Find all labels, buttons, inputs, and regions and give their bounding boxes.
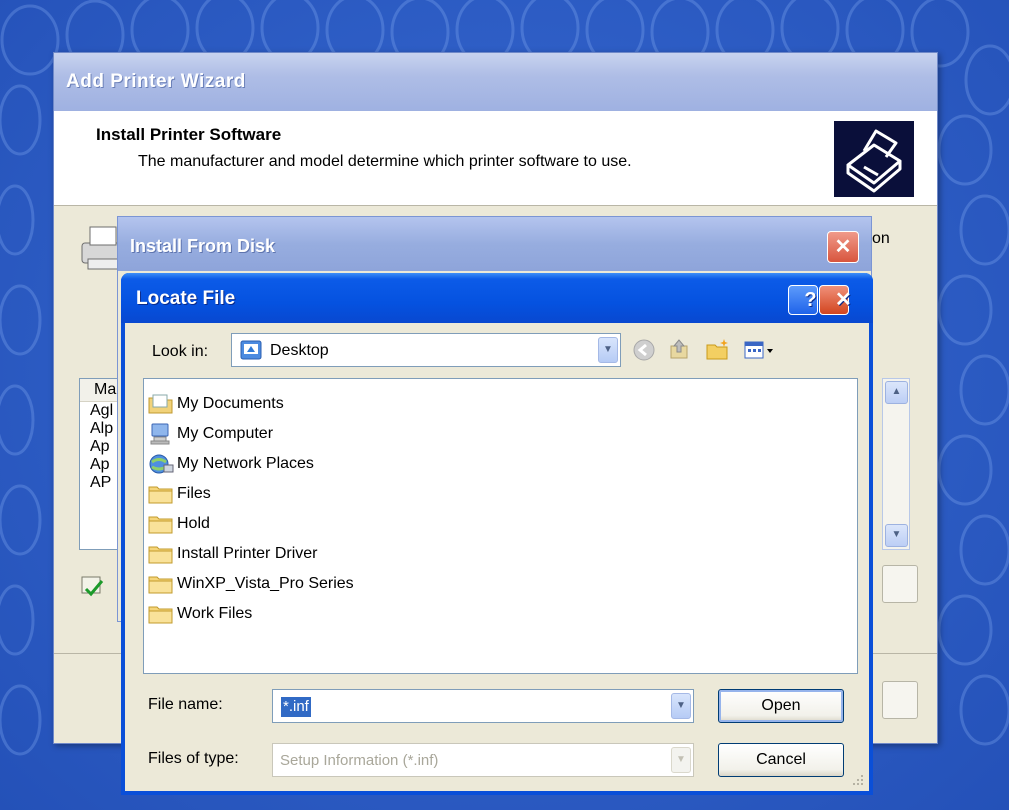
wizard-instruction-fragment: on bbox=[872, 230, 890, 247]
folder-icon bbox=[148, 606, 173, 624]
look-in-dropdown[interactable]: Desktop ▼ bbox=[231, 333, 621, 367]
file-name-label: File name: bbox=[148, 696, 223, 713]
file-name-value: *.inf bbox=[281, 697, 311, 717]
files-of-type-dropdown: Setup Information (*.inf) ▼ bbox=[272, 743, 694, 777]
back-icon[interactable] bbox=[631, 337, 657, 363]
folder-icon bbox=[148, 546, 173, 564]
help-icon[interactable]: ? bbox=[788, 285, 818, 315]
files-of-type-label: Files of type: bbox=[148, 750, 239, 767]
desktop-icon bbox=[240, 340, 262, 360]
chevron-down-icon[interactable]: ▼ bbox=[598, 337, 618, 363]
locate-file-title: Locate File bbox=[136, 288, 236, 309]
digitally-signed-icon bbox=[80, 575, 106, 599]
my-computer-icon bbox=[150, 423, 170, 445]
close-icon[interactable]: ✕ bbox=[827, 231, 859, 263]
wizard-title: Add Printer Wizard bbox=[66, 71, 246, 92]
up-folder-icon[interactable] bbox=[667, 337, 693, 363]
printer-wizard-logo-icon bbox=[834, 121, 914, 197]
open-button[interactable]: Open bbox=[718, 689, 844, 723]
view-menu-icon[interactable] bbox=[743, 337, 777, 363]
wizard-header: Install Printer Software The manufacture… bbox=[54, 111, 937, 206]
folder-icon bbox=[148, 576, 173, 594]
locate-file-title-bar[interactable]: Locate File ? ✕ bbox=[121, 273, 873, 323]
files-of-type-value: Setup Information (*.inf) bbox=[280, 752, 439, 769]
folder-icon bbox=[148, 486, 173, 504]
my-documents-icon bbox=[148, 394, 173, 414]
install-from-disk-title: Install From Disk bbox=[130, 236, 276, 256]
chevron-down-icon: ▼ bbox=[671, 747, 691, 773]
scroll-down-icon[interactable]: ▼ bbox=[885, 524, 908, 547]
locate-file-dialog: Locate File ? ✕ Look in: Desktop ▼ My Do… bbox=[121, 273, 873, 795]
resize-grip-icon[interactable] bbox=[851, 773, 865, 787]
cancel-button[interactable]: Cancel bbox=[718, 743, 844, 777]
look-in-value: Desktop bbox=[270, 342, 329, 359]
chevron-down-icon[interactable]: ▼ bbox=[671, 693, 691, 719]
install-from-disk-title-bar[interactable]: Install From Disk bbox=[118, 217, 871, 271]
windows-update-button[interactable] bbox=[882, 565, 918, 603]
printer-list-scrollbar[interactable]: ▲ ▼ bbox=[882, 378, 910, 550]
wizard-title-bar[interactable]: Add Printer Wizard bbox=[54, 53, 937, 111]
look-in-label: Look in: bbox=[152, 343, 209, 360]
wizard-subheading: The manufacturer and model determine whi… bbox=[138, 153, 632, 170]
file-name-input[interactable]: *.inf ▼ bbox=[272, 689, 694, 723]
file-list[interactable]: My Documents My Computer My Network Plac… bbox=[143, 378, 858, 674]
scroll-up-icon[interactable]: ▲ bbox=[885, 381, 908, 404]
close-icon[interactable]: ✕ bbox=[819, 285, 852, 315]
network-places-icon bbox=[149, 454, 174, 474]
new-folder-icon[interactable] bbox=[705, 337, 731, 363]
folder-icon bbox=[148, 516, 173, 534]
cancel-wizard-button[interactable] bbox=[882, 681, 918, 719]
wizard-heading: Install Printer Software bbox=[96, 125, 282, 144]
